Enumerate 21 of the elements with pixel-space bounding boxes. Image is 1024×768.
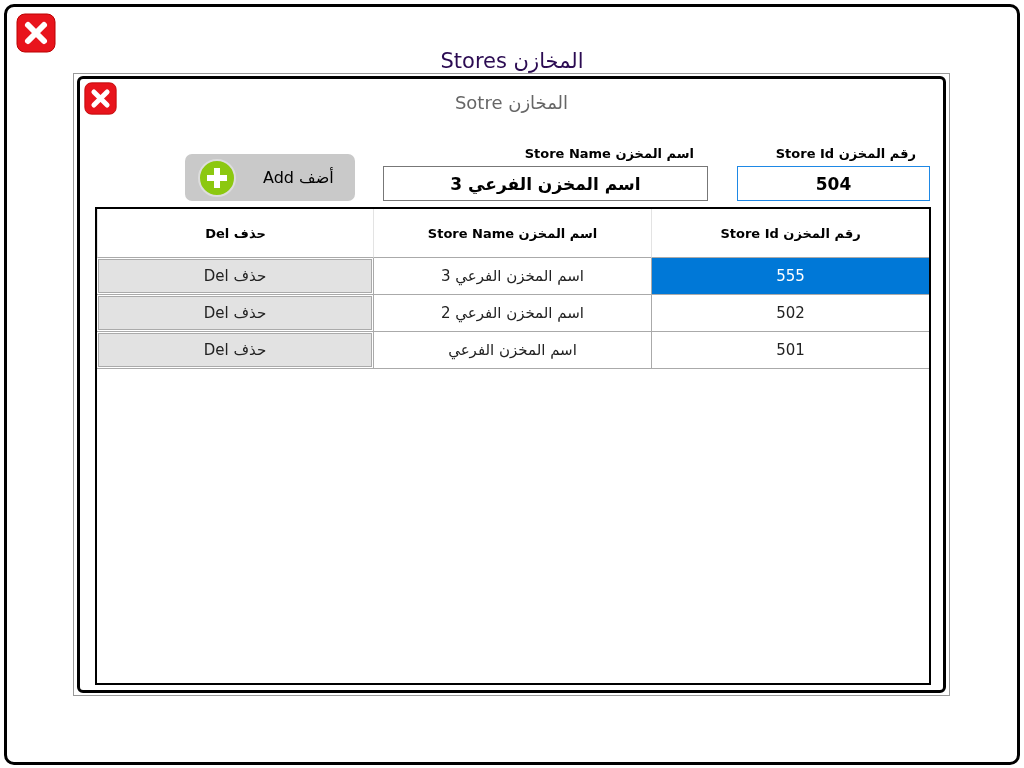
dialog-title: المخازن Sotre <box>454 92 569 113</box>
input-field[interactable]: اسم المخزن الفرعي 3 <box>383 166 708 201</box>
table-cell[interactable]: 501 <box>651 332 929 369</box>
input-field[interactable]: 504 <box>737 166 930 201</box>
delete-button[interactable]: حذف Del <box>98 259 372 293</box>
table-cell[interactable]: 502 <box>651 295 929 332</box>
table-cell: اسم المخزن الفرعي 2 <box>373 295 651 332</box>
add-button[interactable]: أضف Add <box>185 154 355 201</box>
delete-button[interactable]: حذف Del <box>98 296 372 330</box>
field-label: اسم المخزن Store Name <box>524 146 695 161</box>
table-cell[interactable]: 555 <box>651 258 929 295</box>
table-cell: اسم المخزن الفرعي 3 <box>373 258 651 295</box>
column-header: اسم المخزن Store Name <box>373 209 651 258</box>
plus-icon <box>197 157 237 198</box>
field-label: رقم المخزن Store Id <box>775 146 917 161</box>
column-header: حذف Del <box>97 209 373 258</box>
delete-button[interactable]: حذف Del <box>98 333 372 367</box>
window-title: المخازن Stores <box>440 49 584 73</box>
close-icon[interactable] <box>16 13 56 53</box>
close-icon[interactable] <box>84 82 117 115</box>
table-cell: اسم المخزن الفرعي <box>373 332 651 369</box>
